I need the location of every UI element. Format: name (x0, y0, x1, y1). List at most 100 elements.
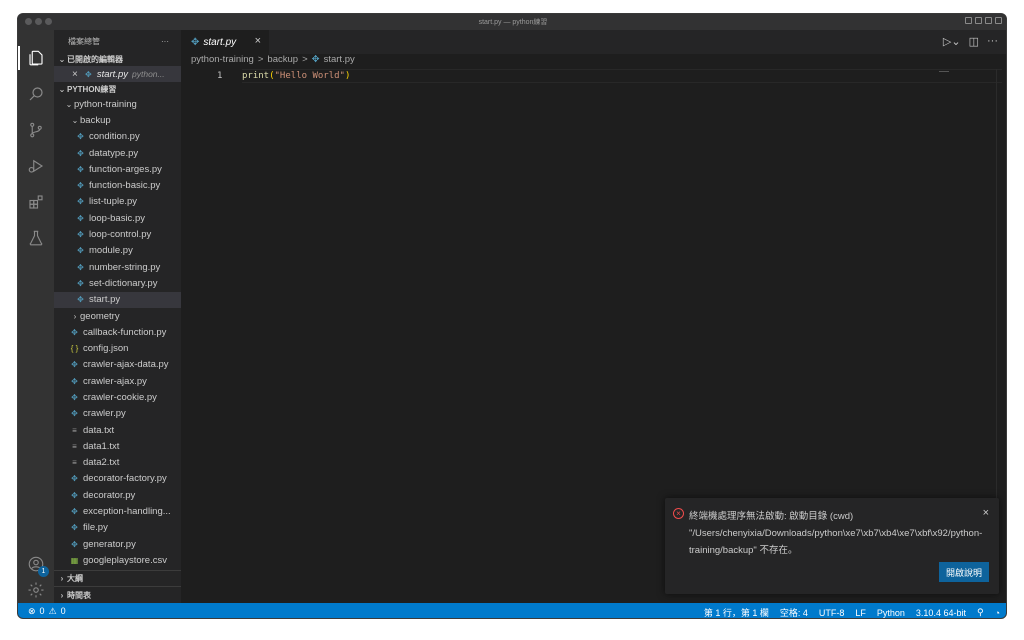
feedback-icon[interactable]: ⚲ (977, 607, 984, 618)
tree-item-label: data.txt (83, 424, 115, 436)
toggle-secondary-sidebar-icon[interactable] (985, 17, 992, 24)
tree-folder[interactable]: › geometry (54, 308, 181, 324)
tree-item-label: function-basic.py (89, 180, 161, 192)
source-control-icon[interactable] (26, 120, 46, 140)
sidebar-bottom-sections: › 大綱 › 時間表 (54, 570, 181, 603)
tree-file[interactable]: ✥ crawler-cookie.py (54, 389, 181, 405)
python-file-icon: ✥ (71, 474, 78, 484)
end-of-line[interactable]: LF (855, 608, 866, 618)
outline-section[interactable]: › 大綱 (54, 571, 181, 587)
problems-indicator[interactable]: ⊗ 0 ⚠ 0 (28, 606, 66, 617)
tree-file[interactable]: ✥ set-dictionary.py (54, 275, 181, 291)
chevron-right-icon: › (73, 311, 77, 321)
current-line-highlight (242, 69, 1002, 83)
split-editor-icon[interactable]: ◫ (969, 35, 979, 48)
notifications-bell-icon[interactable]: ◔ (995, 608, 1000, 618)
tree-file[interactable]: ✥ crawler-ajax-data.py (54, 357, 181, 373)
tree-file[interactable]: ✥ crawler-ajax.py (54, 373, 181, 389)
breadcrumb-file[interactable]: start.py (324, 54, 355, 65)
python-file-icon: ✥ (311, 54, 320, 65)
tree-file[interactable]: ≡ data2.txt (54, 455, 181, 471)
search-icon[interactable] (26, 84, 46, 104)
tree-file[interactable]: ✥ loop-basic.py (54, 210, 181, 226)
tree-file[interactable]: ✥ list-tuple.py (54, 194, 181, 210)
run-debug-icon[interactable] (26, 156, 46, 176)
chevron-down-icon: ⌄ (65, 99, 73, 109)
tree-item-label: crawler-cookie.py (83, 391, 157, 403)
python-file-icon: ✥ (71, 376, 78, 386)
code-function: print (242, 71, 270, 81)
tree-file[interactable]: ✥ callback-function.py (54, 324, 181, 340)
tree-file[interactable]: ✥ function-arges.py (54, 161, 181, 177)
tree-file[interactable]: ✥ loop-control.py (54, 226, 181, 242)
tab-label: start.py (203, 36, 237, 48)
tree-file[interactable]: ✥ crawler.py (54, 406, 181, 422)
testing-flask-icon[interactable] (26, 228, 46, 248)
notification-message: 終端機處理序無法啟動: 啟動目錄 (cwd) "/Users/chenyixia… (689, 511, 983, 556)
tree-file[interactable]: ≡ data.txt (54, 422, 181, 438)
tree-file[interactable]: ✥ generator.py (54, 536, 181, 552)
python-file-icon: ✥ (71, 507, 78, 517)
accounts-icon[interactable]: 1 (26, 554, 49, 577)
tree-file[interactable]: ✥ number-string.py (54, 259, 181, 275)
python-file-icon: ✥ (77, 164, 84, 174)
open-editor-item[interactable]: × ✥ start.py python... (54, 66, 181, 82)
tree-file[interactable]: ✥ decorator.py (54, 487, 181, 503)
status-right-items: 第 1 行，第 1 欄 空格: 4 UTF-8 LF Python 3.10.4… (704, 606, 1000, 618)
tree-file[interactable]: ▦ googleplaystore.csv (54, 552, 181, 568)
python-file-icon: ✥ (71, 490, 78, 500)
warning-count-icon: ⚠ (48, 606, 57, 616)
open-editors-section[interactable]: ⌄ 已開啟的編輯器 (54, 52, 181, 66)
tree-item-label: googleplaystore.csv (83, 554, 167, 566)
python-interpreter[interactable]: 3.10.4 64-bit (916, 608, 966, 618)
encoding[interactable]: UTF-8 (819, 608, 845, 618)
customize-layout-icon[interactable] (995, 17, 1002, 24)
cursor-position[interactable]: 第 1 行，第 1 欄 (704, 606, 769, 618)
explorer-files-icon[interactable] (18, 46, 46, 70)
accounts-badge: 1 (38, 566, 49, 577)
toggle-panel-icon[interactable] (975, 17, 982, 24)
indentation[interactable]: 空格: 4 (780, 606, 808, 618)
python-file-icon: ✥ (77, 213, 84, 223)
close-tab-icon[interactable]: × (255, 35, 261, 47)
run-python-icon[interactable]: ▷⌄ (943, 35, 961, 48)
tree-item-label: data2.txt (83, 457, 120, 469)
tree-item-label: crawler-ajax-data.py (83, 359, 169, 371)
activity-bar: 1 (18, 30, 54, 603)
extensions-icon[interactable] (26, 192, 46, 212)
more-actions-icon[interactable]: ··· (987, 35, 998, 48)
timeline-section[interactable]: › 時間表 (54, 587, 181, 603)
tree-file[interactable]: ✥ decorator-factory.py (54, 471, 181, 487)
tree-item-label: config.json (83, 343, 129, 355)
language-mode[interactable]: Python (877, 608, 905, 618)
timeline-label: 時間表 (67, 590, 91, 600)
minimap[interactable] (939, 71, 949, 72)
more-actions-icon[interactable]: ··· (161, 37, 169, 46)
code-line[interactable]: print("Hello World") (242, 71, 350, 81)
tree-file[interactable]: ✥ condition.py (54, 129, 181, 145)
open-help-button[interactable]: 開啟說明 (939, 562, 989, 582)
tree-folder[interactable]: ⌄ backup (54, 112, 181, 128)
tree-file[interactable]: ✥ exception-handling... (54, 503, 181, 519)
tree-file[interactable]: ≡ data1.txt (54, 438, 181, 454)
tab-start-py[interactable]: ✥ start.py × (181, 30, 269, 54)
tree-file[interactable]: ✥ module.py (54, 243, 181, 259)
breadcrumb-subfolder[interactable]: backup (267, 54, 298, 65)
text-file-icon: ≡ (72, 425, 77, 435)
tree-folder[interactable]: ⌄ python-training (54, 96, 181, 112)
breadcrumb-folder[interactable]: python-training (191, 54, 254, 65)
sidebar-title: 檔案總管 (68, 36, 100, 46)
tree-file[interactable]: { } config.json (54, 340, 181, 356)
toggle-sidebar-icon[interactable] (965, 17, 972, 24)
tree-item-label: condition.py (89, 131, 140, 143)
close-notification-icon[interactable]: × (983, 507, 989, 519)
settings-gear-icon[interactable] (26, 580, 46, 600)
tree-file[interactable]: ✥ start.py (54, 291, 181, 308)
tree-file[interactable]: ✥ function-basic.py (54, 177, 181, 193)
text-file-icon: ≡ (72, 458, 77, 468)
close-editor-icon[interactable]: × (72, 69, 78, 80)
python-file-icon: ✥ (77, 181, 84, 191)
workspace-section[interactable]: ⌄ PYTHON練習 (54, 82, 181, 96)
tree-file[interactable]: ✥ datatype.py (54, 145, 181, 161)
tree-file[interactable]: ✥ file.py (54, 520, 181, 536)
